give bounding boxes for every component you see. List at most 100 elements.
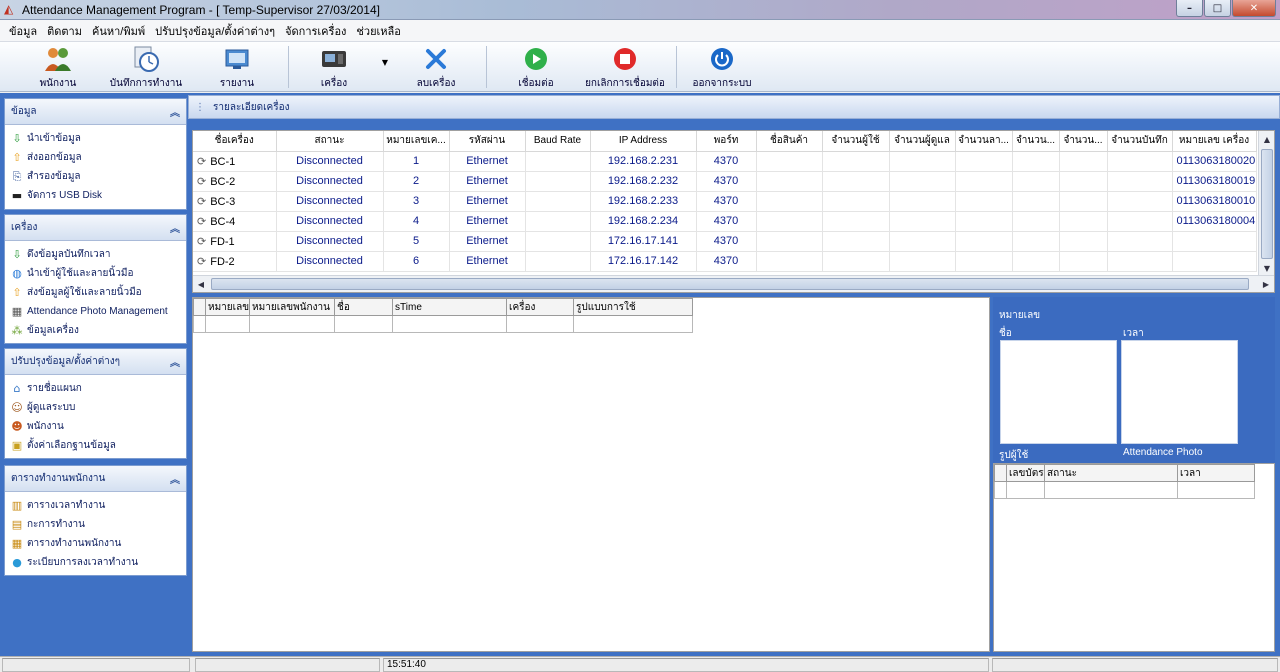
column-header[interactable]: หมายเลขเค...: [383, 131, 450, 152]
row-selector[interactable]: [994, 464, 1007, 482]
table-row[interactable]: [193, 315, 694, 333]
collapse-icon[interactable]: ︽: [170, 104, 180, 119]
status-panel: [2, 658, 190, 672]
sidebar-item-export-data[interactable]: ⇧ ส่งออกข้อมูล: [10, 148, 186, 167]
menu-search-print[interactable]: ค้นหา/พิมพ์: [92, 22, 145, 40]
column-header[interactable]: รูปแบบการใช้: [573, 298, 694, 316]
sidebar-item-administrators[interactable]: ☺ ผู้ดูแลระบบ: [10, 398, 186, 417]
sidebar-item-shifts[interactable]: ▤ กะการทำงาน: [10, 515, 186, 534]
column-header[interactable]: sTime: [392, 298, 508, 316]
disconnect-button[interactable]: ยกเลิกการเชื่อมต่อ: [580, 45, 670, 91]
column-header[interactable]: หมายเลขพนักงาน: [249, 298, 336, 316]
sidebar-item-database-settings[interactable]: ▣ ตั้งค่าเลือกฐานข้อมูล: [10, 436, 186, 455]
collapse-icon[interactable]: ︽: [170, 354, 180, 369]
scroll-left-icon[interactable]: ◀: [193, 276, 209, 292]
sidebar-item-import-users[interactable]: ◍ นำเข้าผู้ใช้และลายนิ้วมือ: [10, 264, 186, 283]
column-header[interactable]: สถานะ: [1044, 464, 1178, 482]
column-header[interactable]: จำนวน...: [1059, 131, 1108, 152]
maximize-button[interactable]: □: [1204, 0, 1231, 17]
scrollbar-thumb[interactable]: [1261, 149, 1273, 259]
device-dropdown-arrow[interactable]: ▼: [378, 58, 392, 67]
sidebar-item-download-logs[interactable]: ⇩ ดึงข้อมูลบันทึกเวลา: [10, 245, 186, 264]
column-header[interactable]: รหัสผ่าน: [449, 131, 526, 152]
sidebar-item-departments[interactable]: ⌂ รายชื่อแผนก: [10, 379, 186, 398]
table-row[interactable]: ⟳ BC-4 Disconnected 4 Ethernet 192.168.2.…: [193, 211, 1257, 232]
table-row[interactable]: ⟳ FD-2 Disconnected 6 Ethernet 172.16.17.…: [193, 251, 1257, 272]
sidebar-item-device-info[interactable]: ⁂ ข้อมูลเครื่อง: [10, 321, 186, 340]
attendance-photo-box: [1121, 340, 1238, 444]
sidebar-section-schedule: ตารางทำงานพนักงาน ︽ ▥ ตารางเวลาทำงาน ▤ กะก…: [4, 465, 187, 576]
backup-icon: ⎘: [12, 169, 22, 183]
scroll-up-icon[interactable]: ▲: [1259, 131, 1275, 147]
connect-button[interactable]: เชื่อมต่อ: [508, 45, 564, 91]
sidebar-section-header[interactable]: ข้อมูล ︽: [5, 99, 186, 125]
scroll-down-icon[interactable]: ▼: [1259, 260, 1275, 276]
close-button[interactable]: ✕: [1232, 0, 1276, 17]
sidebar-item-backup-data[interactable]: ⎘ สำรองข้อมูล: [10, 167, 186, 186]
sidebar-item-import-data[interactable]: ⇩ นำเข้าข้อมูล: [10, 129, 186, 148]
table-row[interactable]: ⟳ BC-2 Disconnected 2 Ethernet 192.168.2.…: [193, 171, 1257, 192]
column-header[interactable]: ชื่อสินค้า: [756, 131, 823, 152]
horizontal-scrollbar[interactable]: ◀ ▶: [193, 275, 1274, 292]
column-header[interactable]: IP Address: [590, 131, 697, 152]
scroll-right-icon[interactable]: ▶: [1258, 276, 1274, 292]
title-bar: ◭ Attendance Management Program - [ Temp…: [0, 0, 1280, 20]
sidebar-item-upload-users[interactable]: ⇧ ส่งข้อมูลผู้ใช้และลายนิ้วมือ: [10, 283, 186, 302]
column-header[interactable]: พอร์ท: [696, 131, 757, 152]
photo-icon: ▦: [11, 305, 23, 318]
column-header[interactable]: ชื่อ: [334, 298, 394, 316]
sidebar-section-header[interactable]: ปรับปรุงข้อมูล/ตั้งค่าต่างๆ ︽: [5, 349, 186, 375]
table-row[interactable]: [994, 481, 1255, 499]
user-photo-box: [1000, 340, 1117, 444]
sidebar-section-header[interactable]: เครื่อง ︽: [5, 215, 186, 241]
attendance-log-button[interactable]: บันทึกการทำงาน: [108, 45, 184, 91]
report-button[interactable]: รายงาน: [212, 45, 262, 91]
sidebar-item-timetable[interactable]: ▥ ตารางเวลาทำงาน: [10, 496, 186, 515]
device-table-panel: ชื่อเครื่อง สถานะ หมายเลขเค... รหัสผ่าน …: [192, 130, 1275, 293]
column-header[interactable]: เครื่อง: [506, 298, 575, 316]
column-header[interactable]: จำนวน...: [1012, 131, 1060, 152]
sidebar-item-photo-management[interactable]: ▦ Attendance Photo Management: [10, 302, 186, 321]
table-row[interactable]: ⟳ BC-3 Disconnected 3 Ethernet 192.168.2.…: [193, 191, 1257, 212]
menu-data[interactable]: ข้อมูล: [9, 22, 37, 40]
sidebar-item-employees[interactable]: ☻ พนักงาน: [10, 417, 186, 436]
menu-help[interactable]: ช่วยเหลือ: [356, 22, 400, 40]
device-table: ชื่อเครื่อง สถานะ หมายเลขเค... รหัสผ่าน …: [193, 131, 1257, 272]
column-header[interactable]: จำนวนบันทึก: [1107, 131, 1173, 152]
column-header[interactable]: ชื่อเครื่อง: [193, 131, 277, 152]
menu-monitor[interactable]: ติดตาม: [47, 22, 82, 40]
delete-device-button[interactable]: ลบเครื่อง: [408, 45, 464, 91]
column-header[interactable]: จำนวนผู้ใช้: [822, 131, 890, 152]
name-label: ชื่อ: [999, 328, 1012, 339]
arrow-down-icon: ⇩: [12, 132, 22, 145]
sidebar-item-employee-schedule[interactable]: ▦ ตารางทำงานพนักงาน: [10, 534, 186, 553]
collapse-icon[interactable]: ︽: [170, 471, 180, 486]
column-header[interactable]: Baud Rate: [525, 131, 591, 152]
logout-button[interactable]: ออกจากระบบ: [690, 45, 754, 91]
window-title: Attendance Management Program - [ Temp-S…: [22, 3, 380, 17]
column-header[interactable]: เลขบัตร: [1006, 464, 1045, 482]
sidebar-item-usb-disk[interactable]: ▬ จัดการ USB Disk: [10, 186, 186, 205]
column-header[interactable]: หมายเลข: [204, 298, 251, 316]
people-icon: [43, 45, 73, 73]
sidebar-section-device: เครื่อง ︽ ⇩ ดึงข้อมูลบันทึกเวลา ◍ นำเข้าผู…: [4, 214, 187, 344]
report-icon: [224, 45, 250, 73]
scrollbar-thumb[interactable]: [211, 278, 1249, 290]
employee-button[interactable]: พนักงาน: [30, 45, 86, 91]
table-row[interactable]: ⟳ FD-1 Disconnected 5 Ethernet 172.16.17.…: [193, 231, 1257, 252]
menu-settings[interactable]: ปรับปรุงข้อมูล/ตั้งค่าต่างๆ: [155, 22, 275, 40]
column-header[interactable]: จำนวนผู้ดูแล: [889, 131, 956, 152]
table-row[interactable]: ⟳ BC-1 Disconnected 1 Ethernet 192.168.2.…: [193, 151, 1257, 172]
device-button[interactable]: เครื่อง: [310, 45, 358, 91]
column-header[interactable]: เวลา: [1177, 464, 1255, 482]
column-header[interactable]: จำนวนลา...: [955, 131, 1013, 152]
minimize-button[interactable]: –: [1176, 0, 1203, 17]
menu-device-management[interactable]: จัดการเครื่อง: [285, 22, 346, 40]
vertical-scrollbar[interactable]: ▲ ▼: [1258, 131, 1274, 276]
sidebar-section-header[interactable]: ตารางทำงานพนักงาน ︽: [5, 466, 186, 492]
collapse-icon[interactable]: ︽: [170, 220, 180, 235]
column-header[interactable]: สถานะ: [276, 131, 384, 152]
sidebar-item-attendance-rules[interactable]: ● ระเบียบการลงเวลาทำงาน: [10, 553, 186, 572]
column-header[interactable]: หมายเลข เครื่อง: [1172, 131, 1257, 152]
row-selector[interactable]: [193, 298, 206, 316]
